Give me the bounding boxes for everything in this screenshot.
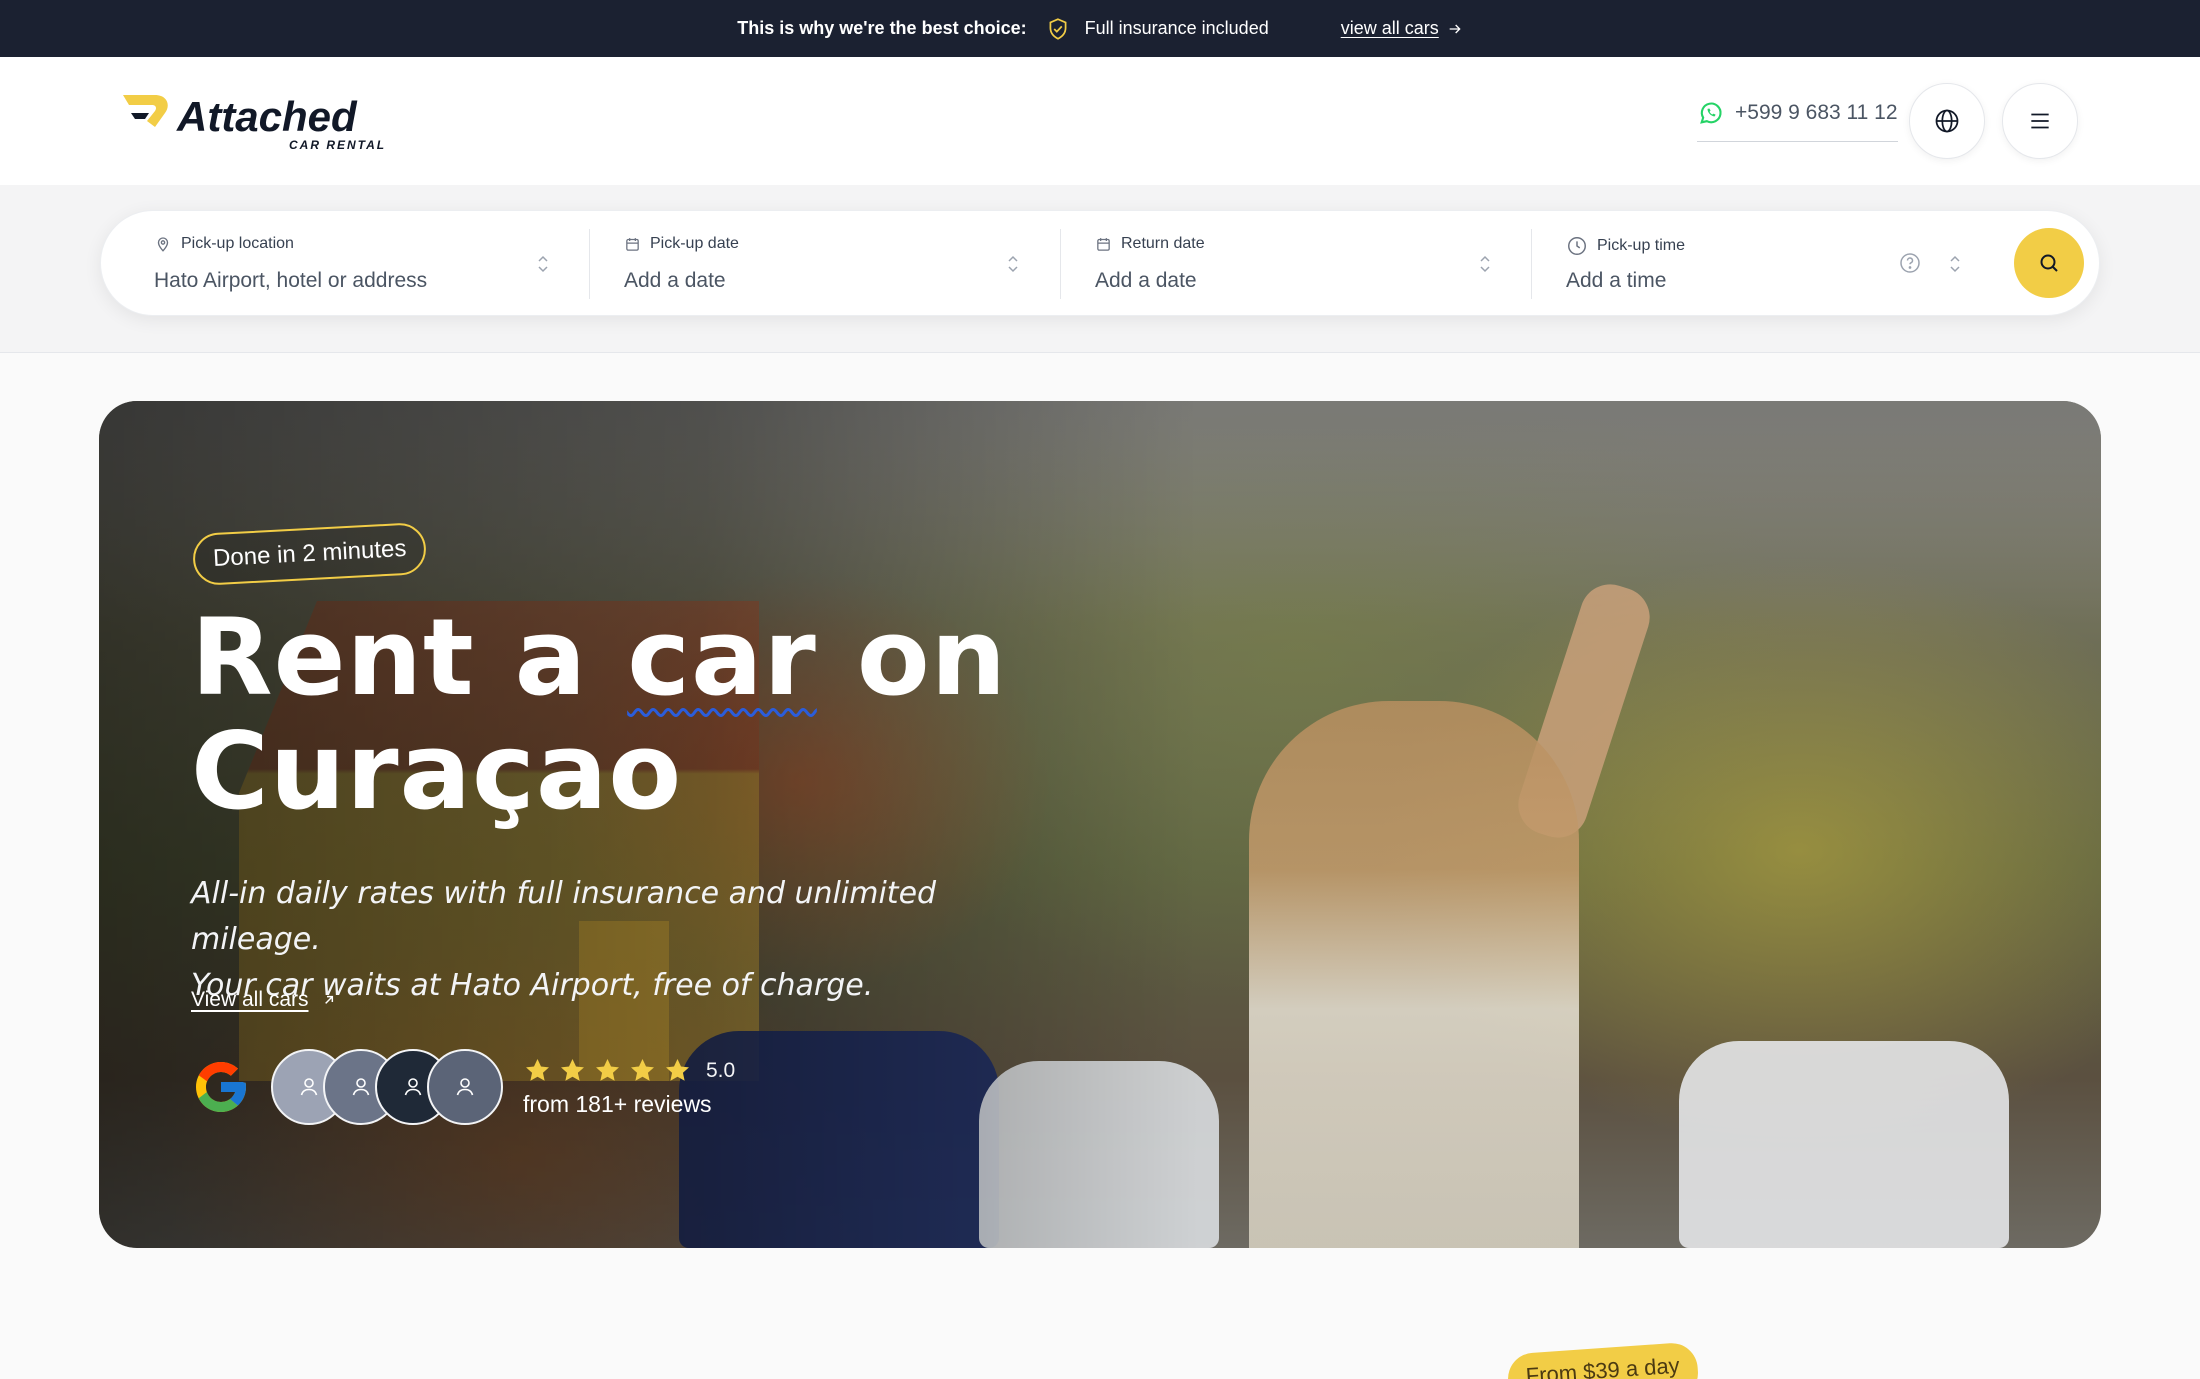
reviewer-avatars (271, 1049, 503, 1125)
clock-icon (1568, 237, 1586, 255)
pickup-time-value: Add a time (1566, 269, 1667, 292)
hero-title-word: a (514, 596, 588, 719)
hero-title-word: Rent (191, 596, 475, 719)
chevron-up-down-icon (1950, 255, 1960, 273)
rating-value: 5.0 (706, 1058, 736, 1082)
svg-text:Attached: Attached (176, 93, 358, 140)
star-icon (526, 1059, 549, 1081)
search-icon (2040, 254, 2058, 272)
return-date-field[interactable]: Return date Add a date (1061, 211, 1532, 317)
calendar-icon (1097, 237, 1110, 251)
hero-banner: Done in 2 minutes Rent a car on Curaçao All… (99, 401, 2101, 1248)
review-count: from 181+ reviews (523, 1091, 712, 1117)
hamburger-menu-icon (2031, 113, 2049, 129)
user-icon (456, 1078, 474, 1096)
user-icon (404, 1078, 422, 1096)
arrow-up-right-icon (324, 995, 333, 1004)
whatsapp-phone-link[interactable]: +599 9 683 11 12 (1697, 99, 1898, 142)
chevron-up-down-icon (1008, 255, 1018, 273)
pickup-location-label: Pick-up location (181, 235, 294, 252)
star-icon (666, 1059, 689, 1081)
star-icon (596, 1059, 619, 1081)
brand-logo[interactable]: Attached CAR RENTAL (121, 91, 391, 151)
pickup-date-label: Pick-up date (650, 235, 739, 252)
calendar-icon (626, 237, 639, 251)
user-icon (352, 1078, 370, 1096)
hero-title-highlight: car (627, 596, 817, 719)
search-button[interactable] (2014, 228, 2084, 298)
price-tag: From $39 a day (1506, 1341, 1700, 1379)
avatar (427, 1049, 503, 1125)
phone-number: +599 9 683 11 12 (1735, 101, 1898, 124)
pickup-time-label: Pick-up time (1597, 237, 1686, 254)
announcement-feature: Full insurance included (1084, 18, 1269, 38)
pickup-time-field[interactable]: Pick-up time Add a time (1532, 211, 2002, 317)
chevron-up-down-icon (1480, 255, 1490, 273)
view-all-cars-top-link[interactable]: view all cars (1341, 18, 1463, 39)
star-icon (631, 1059, 654, 1081)
announcement-lead: This is why we're the best choice: (737, 18, 1027, 38)
question-circle-icon[interactable] (1898, 251, 1922, 275)
hero-title-word: Curaçao (191, 710, 683, 833)
svg-text:CAR RENTAL: CAR RENTAL (289, 138, 386, 151)
pickup-location-field[interactable]: Pick-up location Hato Airport, hotel or … (101, 211, 589, 317)
booking-form: Pick-up location Hato Airport, hotel or … (100, 210, 2100, 316)
pickup-date-field[interactable]: Pick-up date Add a date (590, 211, 1061, 317)
map-pin-icon (157, 237, 169, 252)
hero-title: Rent a car on Curaçao (191, 601, 1091, 829)
arrow-right-icon (1449, 24, 1461, 33)
site-header: Attached CAR RENTAL +599 9 683 11 12 (0, 57, 2200, 185)
return-date-label: Return date (1121, 235, 1205, 252)
globe-icon (1935, 109, 1959, 133)
google-reviews[interactable]: 5.0 from 181+ reviews (191, 1047, 735, 1127)
view-all-cars-label: View all cars (191, 988, 309, 1011)
menu-button[interactable] (2002, 83, 2078, 159)
hero-subtitle-line: All-in daily rates with full insurance a… (191, 876, 937, 957)
pickup-location-value: Hato Airport, hotel or address (154, 269, 428, 292)
announcement-bar: This is why we're the best choice: Full … (0, 0, 2200, 57)
hero-title-word: on (856, 596, 1008, 719)
user-icon (300, 1078, 318, 1096)
view-all-cars-link[interactable]: View all cars (191, 988, 337, 1012)
rating-block: 5.0 from 181+ reviews (523, 1056, 735, 1118)
whatsapp-icon (1700, 102, 1722, 124)
hero-photo-person (1249, 701, 1579, 1248)
shield-check-icon (1049, 17, 1067, 40)
return-date-value: Add a date (1095, 269, 1197, 292)
pickup-date-value: Add a date (624, 269, 726, 292)
chevron-up-down-icon (538, 255, 548, 273)
view-all-cars-top-label: view all cars (1340, 18, 1439, 38)
hero-photo-car (1679, 1041, 2009, 1248)
language-button[interactable] (1909, 83, 1985, 159)
star-icon (561, 1059, 584, 1081)
star-rating: 5.0 (523, 1056, 735, 1085)
google-icon (196, 1062, 246, 1112)
